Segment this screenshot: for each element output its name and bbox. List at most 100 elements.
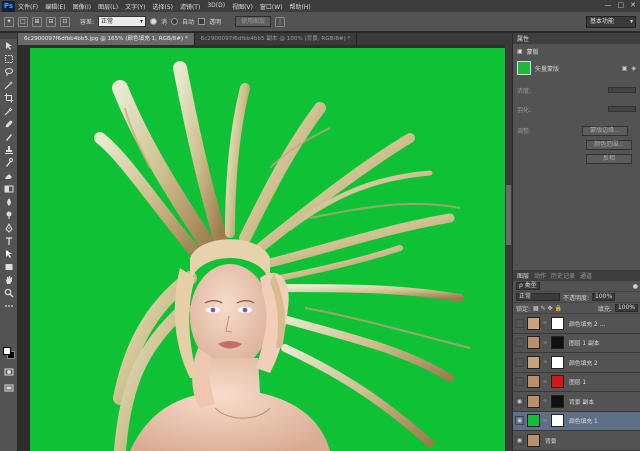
- layer-row[interactable]: ◉ 背景: [513, 431, 640, 451]
- link-chain-icon[interactable]: ∞: [543, 379, 548, 385]
- layer-thumbnail[interactable]: [527, 394, 540, 408]
- link-chain-icon[interactable]: ∞: [543, 398, 548, 404]
- layer-filter-select[interactable]: ρ 类型: [516, 282, 540, 290]
- menu-item[interactable]: 编辑(E): [45, 2, 65, 11]
- crop-tool-icon[interactable]: [0, 91, 18, 104]
- auto-radio[interactable]: [171, 18, 179, 25]
- tab-document-1[interactable]: 6c2900097f6dfbb4bb5.jpg @ 165% (颜色填充 1, …: [18, 33, 195, 45]
- layer-row[interactable]: ◉ ∞ 背景 副本: [513, 392, 640, 412]
- close-icon[interactable]: ✕: [630, 1, 636, 9]
- layer-thumbnail[interactable]: [527, 316, 540, 330]
- visibility-eye-icon[interactable]: [515, 377, 524, 387]
- document-canvas[interactable]: [30, 48, 506, 451]
- layer-thumbnail[interactable]: [527, 355, 540, 369]
- more-tools-icon[interactable]: [0, 299, 18, 312]
- layer-thumbnail[interactable]: [527, 414, 540, 428]
- layer-mask-thumbnail[interactable]: [551, 316, 564, 330]
- zoom-tool-icon[interactable]: [0, 286, 18, 299]
- transparent-checkbox[interactable]: [198, 18, 206, 25]
- scrollbar-thumb[interactable]: [506, 185, 511, 245]
- layer-row[interactable]: ∞ 颜色填充 2 ...: [513, 314, 640, 334]
- lasso-tool-icon[interactable]: [0, 65, 18, 78]
- mask-thumbnail[interactable]: [517, 61, 531, 75]
- workspace-select[interactable]: 基本功能: [586, 16, 636, 28]
- tab-history[interactable]: 历史记录: [551, 271, 575, 280]
- settings-icon[interactable]: ⋮: [275, 16, 286, 27]
- dodge-tool-icon[interactable]: [0, 208, 18, 221]
- menu-item[interactable]: 图像(I): [73, 2, 91, 11]
- properties-tab[interactable]: 属性: [513, 33, 640, 44]
- mode-select[interactable]: 正常: [98, 16, 147, 27]
- menu-item[interactable]: 选择(S): [152, 2, 173, 11]
- tab-document-2[interactable]: 6c2900097f6dfbb4bb5 副本 @ 100% (背景, RGB/8…: [195, 33, 358, 45]
- color-range-button[interactable]: 颜色范围...: [586, 140, 632, 150]
- menu-item[interactable]: 文件(F): [18, 2, 38, 11]
- filter-toggle-icon[interactable]: ●: [633, 283, 638, 290]
- blend-mode-select[interactable]: 正常: [516, 293, 560, 301]
- subtract-selection-icon[interactable]: ⊟: [46, 16, 56, 27]
- menu-item[interactable]: 视图(V): [232, 2, 253, 11]
- visibility-eye-icon[interactable]: [515, 357, 524, 367]
- link-chain-icon[interactable]: ∞: [543, 320, 548, 326]
- intersect-selection-icon[interactable]: ⊡: [60, 16, 70, 27]
- layer-thumbnail[interactable]: [527, 336, 540, 350]
- layer-thumbnail[interactable]: [527, 433, 540, 447]
- menu-item[interactable]: 滤镜(T): [180, 2, 200, 11]
- pen-tool-icon[interactable]: [0, 221, 18, 234]
- marquee-tool-icon[interactable]: [0, 52, 18, 65]
- visibility-eye-icon[interactable]: ◉: [515, 416, 524, 426]
- hand-tool-icon[interactable]: [0, 273, 18, 286]
- minimize-icon[interactable]: —: [605, 1, 612, 9]
- visibility-eye-icon[interactable]: ◉: [515, 396, 524, 406]
- healing-tool-icon[interactable]: [0, 117, 18, 130]
- density-slider[interactable]: [608, 87, 636, 93]
- layer-mask-thumbnail[interactable]: [551, 355, 564, 369]
- tab-actions[interactable]: 动作: [534, 271, 546, 280]
- invert-button[interactable]: 反相: [586, 154, 632, 164]
- visibility-eye-icon[interactable]: [515, 338, 524, 348]
- link-chain-icon[interactable]: ∞: [543, 418, 548, 424]
- layer-mask-thumbnail[interactable]: [551, 394, 564, 408]
- feather-slider[interactable]: [608, 106, 636, 112]
- add-selection-icon[interactable]: ⊞: [32, 16, 42, 27]
- layer-thumbnail[interactable]: [527, 375, 540, 389]
- move-tool-icon[interactable]: [0, 39, 18, 52]
- vertical-scrollbar[interactable]: [505, 45, 512, 451]
- menu-item[interactable]: 3D(D): [207, 2, 225, 11]
- menu-item[interactable]: 图层(L): [98, 2, 118, 11]
- eyedropper-tool-icon[interactable]: [0, 104, 18, 117]
- link-chain-icon[interactable]: ∞: [543, 340, 548, 346]
- eraser-tool-icon[interactable]: [0, 169, 18, 182]
- menu-item[interactable]: 文字(Y): [125, 2, 145, 11]
- path-selection-tool-icon[interactable]: [0, 247, 18, 260]
- visibility-eye-icon[interactable]: [515, 318, 524, 328]
- layer-mask-thumbnail[interactable]: [551, 336, 564, 350]
- menu-item[interactable]: 窗口(W): [260, 2, 283, 11]
- clone-stamp-tool-icon[interactable]: [0, 143, 18, 156]
- screen-mode-icon[interactable]: [0, 381, 18, 394]
- link-chain-icon[interactable]: ∞: [543, 359, 548, 365]
- pixel-mask-icon[interactable]: ▣: [622, 65, 628, 72]
- tool-preset-icon[interactable]: ✦: [4, 16, 14, 27]
- mask-edge-button[interactable]: 蒙版边缘...: [582, 126, 628, 136]
- layer-row[interactable]: ∞ 颜色填充 2: [513, 353, 640, 373]
- fill-input[interactable]: 100%: [614, 304, 638, 312]
- opacity-input[interactable]: 100%: [592, 293, 616, 301]
- use-layer-button[interactable]: 使用图层: [235, 16, 272, 27]
- tab-layers[interactable]: 图层: [517, 271, 529, 280]
- layer-mask-thumbnail[interactable]: [551, 375, 564, 389]
- layer-row[interactable]: ∞ 图层 1: [513, 373, 640, 392]
- brush-tool-icon[interactable]: [0, 130, 18, 143]
- history-brush-tool-icon[interactable]: [0, 156, 18, 169]
- vector-mask-icon[interactable]: ◈: [631, 65, 636, 72]
- visibility-eye-icon[interactable]: ◉: [515, 435, 524, 445]
- maximize-icon[interactable]: □: [618, 1, 625, 9]
- new-selection-icon[interactable]: □: [18, 16, 28, 27]
- quick-mask-icon[interactable]: [0, 365, 18, 378]
- foreground-color-swatch[interactable]: [3, 347, 11, 355]
- shape-tool-icon[interactable]: [0, 260, 18, 273]
- type-tool-icon[interactable]: [0, 234, 18, 247]
- blur-tool-icon[interactable]: [0, 195, 18, 208]
- layer-row[interactable]: ◉ ∞ 颜色填充 1: [513, 411, 640, 431]
- tab-channels[interactable]: 通道: [580, 271, 592, 280]
